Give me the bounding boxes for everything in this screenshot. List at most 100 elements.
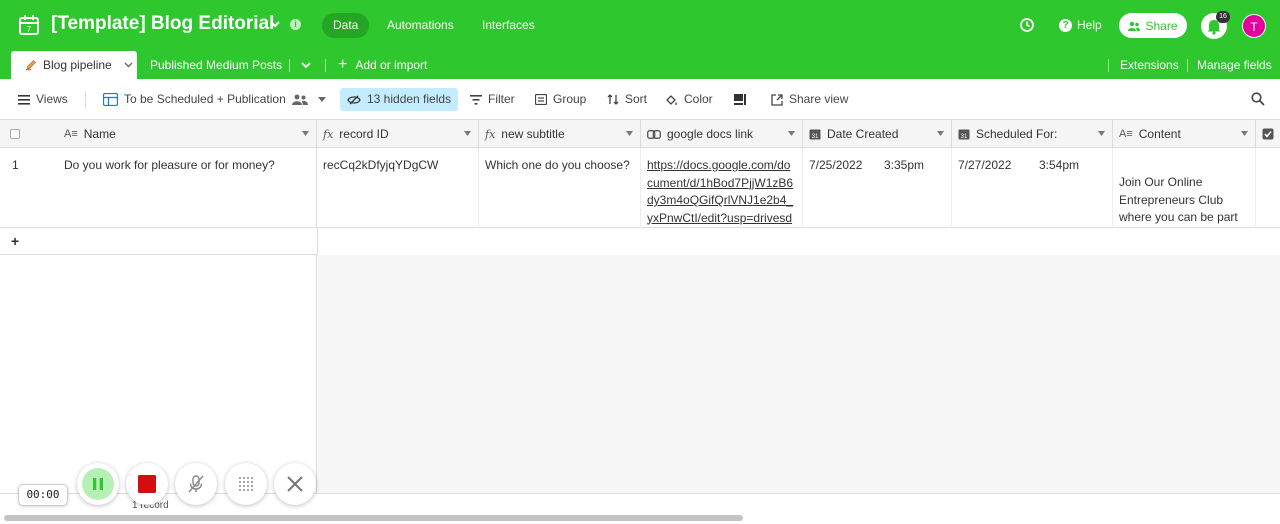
chevron-down-icon[interactable] — [299, 58, 313, 72]
nav-automations[interactable]: Automations — [376, 13, 465, 38]
column-header-name[interactable]: A≡ Name — [58, 120, 317, 148]
calendar-logo-icon[interactable]: 7 — [18, 14, 40, 36]
app-header: 7 [Template] Blog Editorial i Data Autom… — [0, 0, 1280, 51]
tab-published-medium-posts[interactable]: Published Medium Posts — [150, 51, 282, 79]
plus-icon[interactable]: + — [11, 233, 19, 249]
column-header-checkbox-field[interactable] — [1256, 120, 1280, 148]
chevron-down-icon[interactable] — [937, 131, 944, 136]
toolbar-divider — [85, 91, 86, 108]
close-recorder-button[interactable] — [274, 463, 316, 505]
row-number: 1 — [12, 158, 19, 172]
color-button[interactable]: Color — [665, 88, 713, 111]
horizontal-scrollbar[interactable] — [4, 515, 743, 521]
view-name: To be Scheduled + Publication — [124, 92, 286, 106]
chevron-down-icon[interactable] — [268, 17, 282, 31]
menu-icon — [18, 94, 30, 105]
notification-count-badge: 16 — [1216, 11, 1230, 23]
grid-header: A≡ Name fx record ID fx new subtitle goo… — [0, 120, 1280, 148]
recorder-options-button[interactable] — [225, 463, 267, 505]
cell-content[interactable]: Join Our Online Entrepreneurs Club where… — [1113, 148, 1256, 228]
cell-google-docs-link[interactable]: https://docs.google.com/document/d/1hBod… — [641, 148, 803, 228]
chevron-down-icon[interactable] — [124, 62, 133, 68]
table-tabs: Blog pipeline Published Medium Posts + A… — [0, 51, 1280, 79]
docs-link[interactable]: https://docs.google.com/document/d/1hBod… — [647, 158, 793, 228]
microphone-off-icon — [188, 475, 204, 493]
stop-recording-button[interactable] — [126, 463, 168, 505]
search-icon[interactable] — [1251, 92, 1265, 106]
paint-bucket-icon — [666, 94, 677, 105]
chevron-down-icon[interactable] — [1241, 131, 1248, 136]
column-header-new-subtitle[interactable]: fx new subtitle — [479, 120, 641, 148]
calendar-icon: 31 — [809, 129, 821, 140]
manage-fields-button[interactable]: Manage fields — [1197, 51, 1272, 79]
checkbox[interactable] — [10, 129, 20, 139]
filter-label: Filter — [488, 92, 515, 106]
column-label: record ID — [339, 127, 389, 141]
group-label: Group — [553, 92, 587, 106]
add-record-row-fill[interactable] — [317, 228, 1280, 255]
share-view-button[interactable]: Share view — [771, 88, 848, 111]
chevron-down-icon[interactable] — [626, 131, 633, 136]
cell-new-subtitle[interactable]: Which one do you choose? — [479, 148, 641, 228]
help-icon: ? — [1059, 18, 1072, 32]
svg-text:31: 31 — [961, 134, 968, 140]
grid-dots-icon — [239, 477, 253, 491]
svg-text:31: 31 — [812, 134, 819, 140]
help-label: Help — [1077, 18, 1102, 32]
filter-icon — [470, 94, 482, 105]
chevron-down-icon[interactable] — [788, 131, 795, 136]
mute-microphone-button[interactable] — [175, 463, 217, 505]
tab-blog-pipeline[interactable]: Blog pipeline — [11, 51, 137, 79]
date-value: 7/27/2022 — [958, 158, 1012, 172]
filter-button[interactable]: Filter — [470, 88, 515, 111]
cell-record-id[interactable]: recCq2kDfyjqYDgCW — [317, 148, 479, 228]
base-title[interactable]: [Template] Blog Editorial — [51, 13, 274, 35]
add-or-import-label: Add or import — [355, 58, 428, 72]
hidden-fields-label: 13 hidden fields — [367, 92, 452, 106]
eye-off-icon — [347, 95, 361, 104]
cell-scheduled-for[interactable]: 7/27/2022 3:54pm — [952, 148, 1113, 228]
chevron-down-icon[interactable] — [1098, 131, 1105, 136]
views-button[interactable]: Views — [18, 88, 68, 111]
select-all-checkbox[interactable] — [0, 120, 58, 148]
column-header-content[interactable]: A≡ Content — [1113, 120, 1256, 148]
view-switcher[interactable]: To be Scheduled + Publication — [103, 88, 326, 111]
group-button[interactable]: Group — [535, 88, 586, 111]
users-icon — [1128, 21, 1141, 31]
column-header-record-id[interactable]: fx record ID — [317, 120, 479, 148]
nav-interfaces[interactable]: Interfaces — [471, 13, 546, 38]
chevron-down-icon[interactable] — [464, 131, 471, 136]
avatar[interactable]: T — [1242, 14, 1266, 38]
row-height-button[interactable] — [734, 88, 747, 111]
info-icon[interactable]: i — [290, 19, 301, 30]
column-header-date-created[interactable]: 31 Date Created — [803, 120, 952, 148]
text-field-icon: A≡ — [64, 128, 78, 140]
column-header-google-docs-link[interactable]: google docs link — [641, 120, 803, 148]
cell-name[interactable]: Do you work for pleasure or for money? — [58, 148, 317, 228]
extensions-button[interactable]: Extensions — [1120, 51, 1179, 79]
cell-date-created[interactable]: 7/25/2022 3:35pm — [803, 148, 952, 228]
notifications-button[interactable]: 16 — [1201, 11, 1230, 39]
close-icon — [287, 476, 303, 492]
share-button[interactable]: Share — [1119, 13, 1187, 38]
time-value: 3:54pm — [1039, 158, 1080, 172]
date-value: 7/25/2022 — [809, 158, 863, 172]
nav-data[interactable]: Data — [322, 13, 370, 38]
table-row[interactable]: 1 Do you work for pleasure or for money?… — [0, 148, 1280, 228]
recording-timer: 00:00 — [18, 484, 68, 506]
pause-recording-button[interactable] — [77, 463, 119, 505]
sort-button[interactable]: Sort — [607, 88, 647, 111]
pencil-icon — [26, 60, 36, 71]
group-icon — [535, 94, 547, 105]
history-icon[interactable] — [1019, 17, 1035, 33]
chevron-down-icon[interactable] — [302, 131, 309, 136]
people-icon — [291, 94, 308, 105]
checkbox-field-icon — [1262, 128, 1274, 140]
help-button[interactable]: ? Help — [1059, 18, 1102, 32]
column-header-scheduled-for[interactable]: 31 Scheduled For: — [952, 120, 1113, 148]
hidden-fields-button[interactable]: 13 hidden fields — [340, 88, 459, 111]
add-or-import-button[interactable]: + Add or import — [338, 51, 427, 79]
add-record-row[interactable]: + — [0, 228, 1280, 255]
column-label: Scheduled For: — [976, 127, 1058, 141]
share-label: Share — [1145, 18, 1178, 33]
